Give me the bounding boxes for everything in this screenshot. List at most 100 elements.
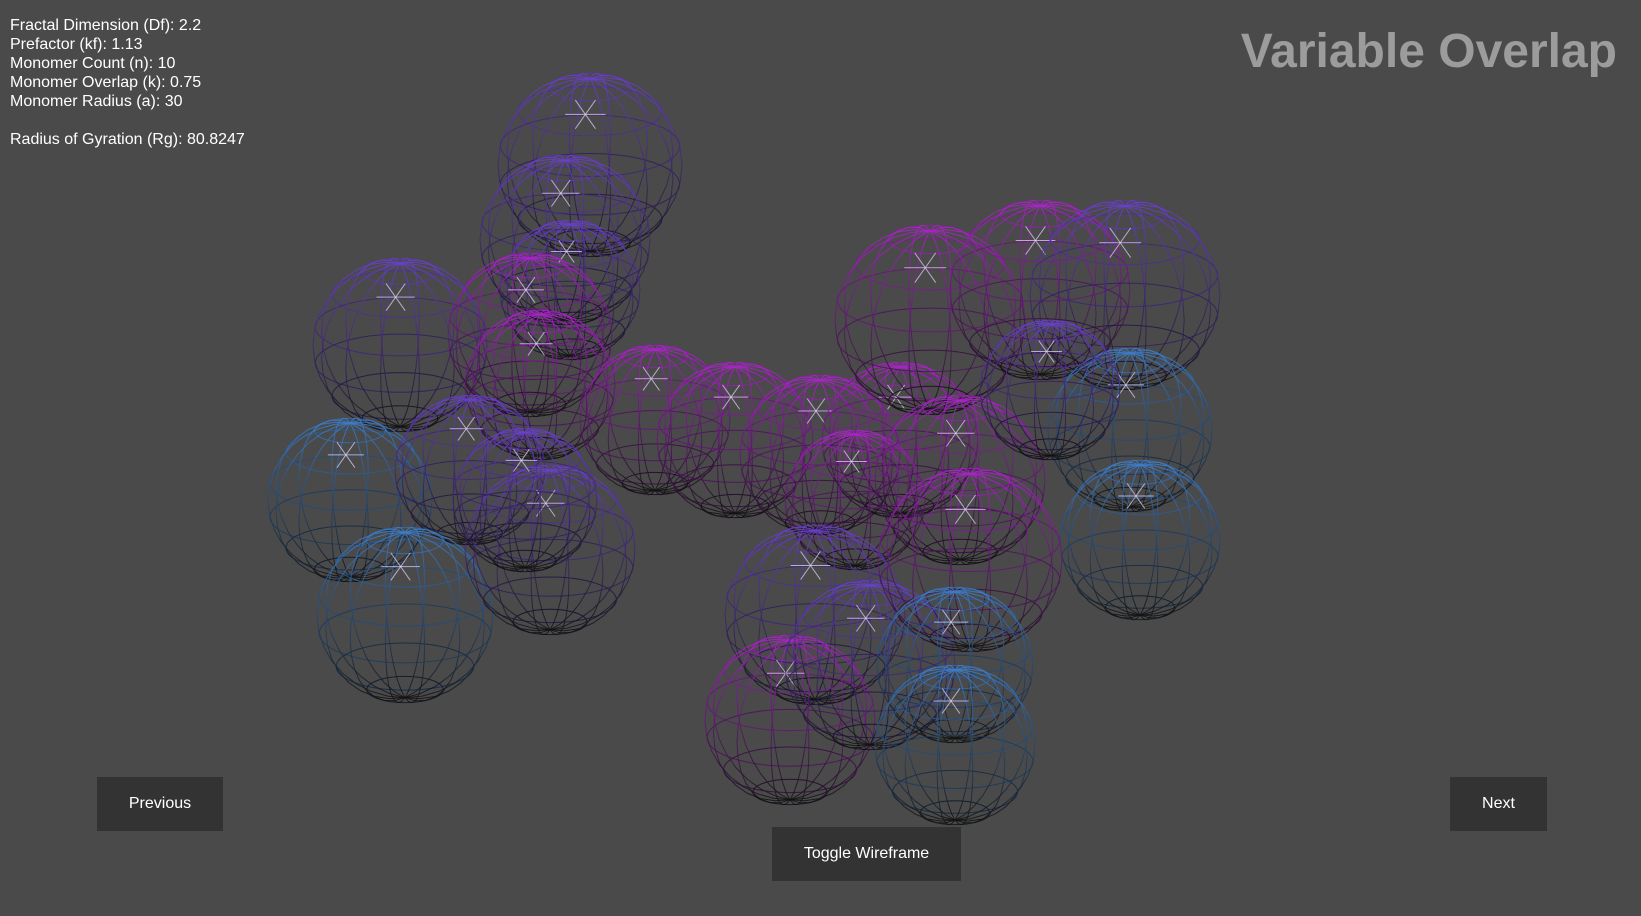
sphere-meridian [549,469,636,631]
sphere-meridian [654,349,731,491]
info-panel: Fractal Dimension (Df): 2.2 Prefactor (k… [10,16,245,149]
sphere-meridian [734,366,814,514]
sphere-ring [1031,242,1219,308]
sphere-ring [836,267,1024,333]
sphere-ring [1061,529,1219,584]
sphere-highlight [1035,240,1046,255]
sphere-meridian [758,530,816,704]
sphere-highlight [560,179,571,194]
sphere-highlight [810,565,821,580]
sphere-ring [723,746,857,794]
sphere-ring [706,673,874,732]
sphere-highlight [584,114,596,130]
viewport[interactable]: Fractal Dimension (Df): 2.2 Prefactor (k… [0,0,1641,916]
sphere-highlight [950,688,961,702]
sphere-meridian [345,262,401,431]
sphere-ring [893,597,1017,641]
monomer-sphere [479,154,651,326]
sphere-highlight [395,283,406,298]
fractal-dimension-label: Fractal Dimension (Df): 2.2 [10,17,202,34]
sphere-ring [331,270,469,318]
sphere-meridian [345,259,401,428]
sphere-ring [331,372,469,420]
sphere-ring [480,320,600,362]
sphere-highlight [650,366,660,380]
sphere-meridian [312,262,401,428]
sphere-ring [1049,384,1211,441]
next-button[interactable]: Next [1450,777,1547,831]
prefactor-label: Prefactor (kf): 1.13 [10,36,143,53]
sphere-ring [499,152,681,216]
sphere-ring [318,603,492,664]
sphere-ring [891,769,1019,814]
sphere-ring [465,264,595,310]
sphere-highlight [730,396,741,410]
page-title: Variable Overlap [1240,25,1617,78]
sphere-ring [1050,213,1200,266]
sphere-ring [517,85,663,137]
sphere-ring [468,522,582,562]
sphere-ring [285,525,415,571]
sphere-meridian [869,584,956,746]
sphere-highlight [345,454,356,468]
sphere-ring [595,443,715,485]
sphere-ring [879,547,1061,611]
sphere-ring [726,565,904,627]
sphere-highlight [950,609,961,623]
sphere-meridian [452,431,526,569]
aggregate-wireframe-scene[interactable] [0,0,1641,916]
sphere-highlight [815,398,826,412]
sphere-meridian [983,201,1041,375]
sphere-highlight [566,251,575,263]
sphere-highlight [1035,226,1046,241]
sphere-ring [876,701,1034,756]
monomer-sphere [979,319,1121,461]
monomer-sphere [464,464,636,636]
sphere-highlight [465,416,475,430]
sphere-meridian [267,422,351,578]
monomer-sphere [784,579,956,751]
previous-button[interactable]: Previous [97,777,223,831]
sphere-highlight [650,378,660,391]
sphere-meridian [404,531,494,699]
toggle-wireframe-button[interactable]: Toggle Wireframe [772,827,961,881]
sphere-ring [335,642,475,691]
monomer-sphere [312,257,488,433]
radius-of-gyration-label: Radius of Gyration (Rg): 80.8247 [10,131,245,148]
sphere-ring [658,397,812,451]
sphere-ring [581,410,729,462]
sphere-ring [483,576,617,624]
sphere-ring [891,676,1019,721]
sphere-ring [465,360,595,406]
sphere-highlight [851,461,860,473]
monomer-sphere [452,427,598,573]
sphere-ring [981,380,1119,429]
sphere-meridian [1124,205,1221,385]
sphere-highlight [345,441,356,456]
sphere-highlight [924,252,937,269]
sphere-meridian [1139,464,1221,616]
sphere-highlight [730,384,741,398]
sphere-ring [658,429,812,483]
sphere-highlight [535,331,545,345]
monomer-sphere [704,634,876,806]
monomer-sphere [316,526,494,704]
sphere-ring [581,378,729,430]
sphere-meridian [704,639,791,801]
sphere-ring [335,539,475,588]
sphere-highlight [955,419,966,434]
sphere-highlight [395,296,406,312]
sphere-highlight [400,566,411,581]
monomer-sphere [834,224,1026,416]
sphere-meridian [579,349,656,491]
sphere-highlight [545,502,556,517]
sphere-meridian [399,259,455,428]
sphere-ring [741,444,899,499]
sphere-highlight [815,410,826,424]
monomer-sphere [1059,459,1221,621]
sphere-ring [454,490,596,540]
monomer-count-label: Monomer Count (n): 10 [10,55,176,72]
sphere-highlight [955,432,966,447]
sphere-highlight [924,267,937,283]
